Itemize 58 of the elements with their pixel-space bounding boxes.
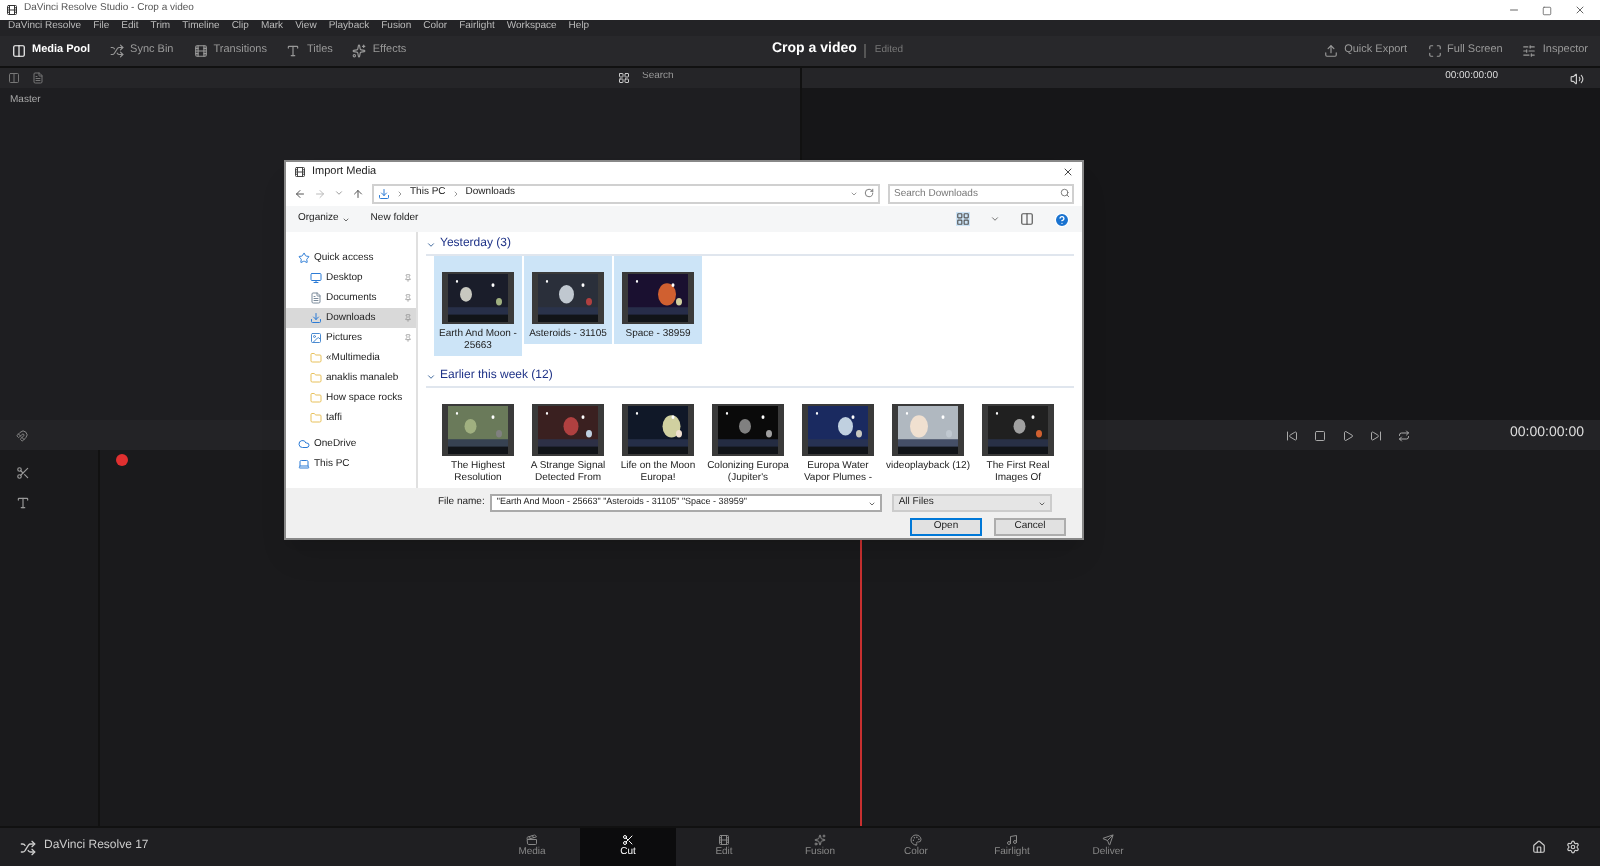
skip-back-icon[interactable] [1286,429,1299,441]
folder-icon [310,372,322,385]
scissors-icon[interactable] [16,466,30,480]
download-icon [378,187,390,200]
film-icon [193,44,208,58]
folder-icon [310,392,322,405]
back-icon[interactable] [294,187,306,200]
app-icon [6,4,18,16]
refresh-icon[interactable] [864,188,874,199]
skip-forward-icon[interactable] [1370,429,1383,441]
maximize-icon[interactable] [1542,5,1552,15]
play-icon[interactable] [1342,429,1355,441]
laptop-icon [298,458,310,471]
chevron-down-icon [426,372,436,383]
speaker-icon[interactable] [1570,71,1584,85]
fullscreen-icon [1427,44,1442,58]
playhead-marker[interactable] [116,454,128,466]
upload-icon [1324,44,1339,58]
panel-icon [12,44,26,58]
send-icon [1102,833,1114,846]
help-icon[interactable] [1054,211,1070,228]
close-icon[interactable] [1062,165,1074,178]
panel-icon[interactable] [8,72,20,84]
settings-icon[interactable] [1566,840,1580,854]
up-icon[interactable] [352,187,364,200]
text-icon[interactable] [16,496,30,510]
close-icon[interactable] [1574,4,1586,16]
folder-icon [310,352,322,365]
cloud-icon [298,438,310,451]
magnet-icon[interactable] [16,429,28,441]
film-icon [718,833,730,846]
scissors-icon [622,833,634,846]
sparkles-icon [352,44,367,58]
view-icon[interactable] [956,212,970,227]
star-icon [298,252,310,265]
preview-pane-icon[interactable] [1020,212,1034,227]
shuffle-icon [110,44,125,58]
document-icon [310,292,322,305]
app-icon [294,165,306,178]
logo-icon [20,839,36,855]
palette-icon [910,833,922,846]
search-icon [1060,188,1070,199]
chevron-down-icon [426,240,436,251]
home-icon[interactable] [1532,840,1546,854]
download-icon [310,312,322,325]
loop-icon[interactable] [1398,429,1411,441]
folder-icon [310,412,322,425]
sliders-icon [1522,44,1537,58]
monitor-icon [310,272,322,285]
stop-icon[interactable] [1314,429,1327,441]
clapperboard-icon [526,833,538,846]
caret-icon[interactable] [990,214,1000,225]
document-icon[interactable] [32,72,44,84]
image-icon [310,332,322,345]
sparkles-icon [814,833,826,846]
music-icon [1006,833,1018,846]
text-icon [286,44,301,58]
grid-view-icon[interactable] [618,72,630,84]
